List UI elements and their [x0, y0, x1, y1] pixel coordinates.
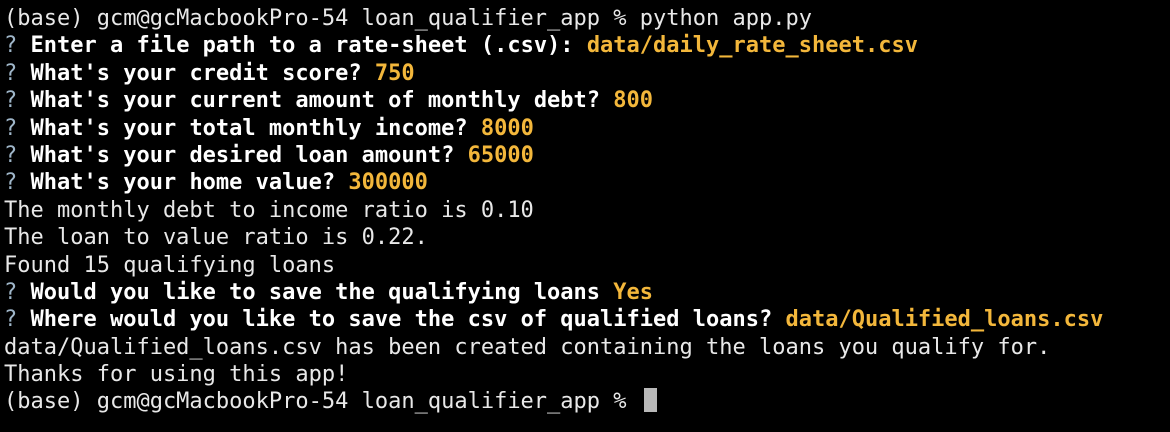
- prompt-answer: 8000: [480, 115, 534, 141]
- shell-prompt: (base) gcm@gcMacbookPro-54 loan_qualifie…: [4, 389, 640, 415]
- prompt-question: What's your total monthly income?: [30, 115, 468, 141]
- prompt-question: Where would you like to save the csv of …: [30, 307, 773, 333]
- output-line: Found 15 qualifying loans: [4, 252, 336, 278]
- prompt-line: ? Where would you like to save the csv o…: [4, 306, 1170, 333]
- prompt-line: ? Enter a file path to a rate-sheet (.cs…: [4, 32, 1170, 59]
- question-marker: ?: [4, 279, 18, 305]
- prompt-question: Would you like to save the qualifying lo…: [30, 279, 601, 305]
- prompt-line: ? What's your total monthly income? 8000: [4, 115, 1170, 142]
- output-line: The loan to value ratio is 0.22.: [4, 225, 428, 251]
- prompt-answer: 300000: [348, 170, 428, 196]
- prompt-question: What's your desired loan amount?: [30, 142, 455, 168]
- prompt-line: ? Would you like to save the qualifying …: [4, 279, 1170, 306]
- prompt-question: What's your current amount of monthly de…: [30, 88, 601, 114]
- question-marker: ?: [4, 88, 18, 114]
- output-line: data/Qualified_loans.csv has been create…: [4, 334, 1051, 360]
- question-marker: ?: [4, 170, 18, 196]
- question-marker: ?: [4, 60, 18, 86]
- prompt-question: What's your home value?: [30, 170, 336, 196]
- output-line: The monthly debt to income ratio is 0.10: [4, 197, 534, 223]
- terminal-window[interactable]: (base) gcm@gcMacbookPro-54 loan_qualifie…: [0, 0, 1170, 432]
- question-marker: ?: [4, 307, 18, 333]
- output-line: Thanks for using this app!: [4, 362, 349, 388]
- prompt-answer: 65000: [467, 142, 534, 168]
- prompt-line: ? What's your credit score? 750: [4, 60, 1170, 87]
- text-cursor[interactable]: [643, 388, 657, 413]
- prompt-answer: data/daily_rate_sheet.csv: [586, 33, 918, 59]
- prompt-answer: 800: [613, 88, 654, 114]
- question-marker: ?: [4, 115, 18, 141]
- prompt-question: What's your credit score?: [30, 60, 362, 86]
- prompt-line: ? What's your current amount of monthly …: [4, 87, 1170, 114]
- prompt-answer: 750: [374, 60, 415, 86]
- prompt-line: ? What's your desired loan amount? 65000: [4, 142, 1170, 169]
- prompt-question: Enter a file path to a rate-sheet (.csv)…: [30, 33, 574, 59]
- shell-prompt-line[interactable]: (base) gcm@gcMacbookPro-54 loan_qualifie…: [4, 388, 1170, 415]
- prompt-answer: Yes: [613, 279, 654, 305]
- question-marker: ?: [4, 33, 18, 59]
- prompt-line: ? What's your home value? 300000: [4, 169, 1170, 196]
- command-line: (base) gcm@gcMacbookPro-54 loan_qualifie…: [4, 6, 812, 31]
- prompt-answer: data/Qualified_loans.csv: [785, 307, 1104, 333]
- question-marker: ?: [4, 142, 18, 168]
